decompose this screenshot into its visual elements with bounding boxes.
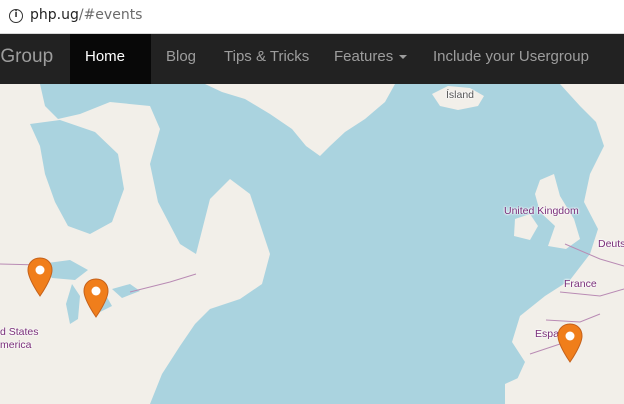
url-text[interactable]: php.ug/#events: [30, 7, 142, 23]
map-label-us-line2: merica: [0, 339, 32, 351]
nav-home-label: Home: [85, 48, 126, 65]
map-label-spain: Espa: [535, 328, 559, 340]
nav-features-label: Features: [334, 48, 394, 65]
url-host: php.ug: [30, 7, 79, 23]
chevron-down-icon: [399, 55, 408, 60]
nav-tips-label: Tips & Tricks: [224, 48, 310, 65]
map-label-uk: United Kingdom: [504, 205, 579, 217]
nav-features[interactable]: Features: [334, 34, 408, 84]
browser-address-bar[interactable]: i php.ug/#events: [0, 0, 624, 34]
map-label-france: France: [564, 278, 597, 290]
nav-include-usergroup[interactable]: Include your Usergroup: [433, 34, 589, 84]
event-marker-pin[interactable]: [83, 278, 109, 318]
event-marker-pin[interactable]: [27, 257, 53, 297]
map-label-us-line1: d States: [0, 326, 39, 338]
events-map[interactable]: Ísland United Kingdom Deuts France Espa …: [0, 84, 624, 404]
map-label-germany: Deuts: [598, 238, 624, 250]
nav-include-label: Include your Usergroup: [433, 48, 589, 65]
brand-name[interactable]: rGroup: [0, 34, 53, 84]
nav-tips-tricks[interactable]: Tips & Tricks: [224, 34, 309, 84]
nav-home[interactable]: Home: [70, 34, 151, 106]
navbar: rGroup Home Blog Tips & Tricks Features …: [0, 34, 624, 106]
site-info-icon[interactable]: i: [9, 9, 23, 23]
nav-blog[interactable]: Blog: [166, 34, 196, 84]
map-tiles: [0, 84, 624, 404]
map-label-iceland: Ísland: [446, 89, 475, 101]
event-marker-pin[interactable]: [557, 323, 583, 363]
url-path: /#events: [78, 7, 143, 23]
nav-blog-label: Blog: [166, 48, 197, 65]
